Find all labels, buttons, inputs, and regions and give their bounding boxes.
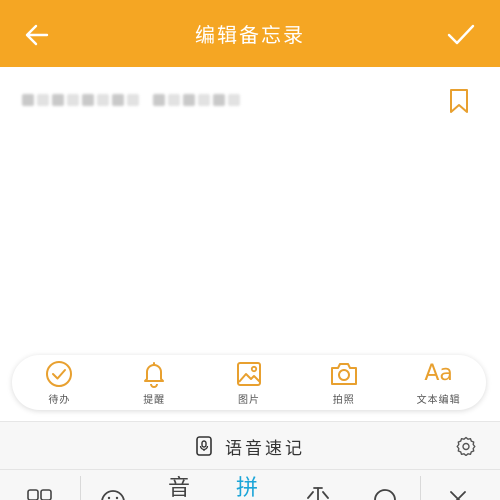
todo-label: 待办 — [48, 394, 71, 406]
text-format-button[interactable]: Aa 文本编辑 — [399, 357, 479, 409]
camera-label: 拍照 — [332, 394, 355, 406]
voice-note-button[interactable]: 语音速记 — [195, 434, 305, 459]
voice-input-label: 音 — [168, 476, 191, 500]
image-button[interactable]: 图片 — [209, 357, 289, 409]
bookmark-icon — [450, 89, 468, 113]
cursor-button[interactable] — [304, 478, 332, 500]
camera-icon — [330, 362, 357, 385]
memo-toolbar: 待办 提醒 图片 拍照 Aa 文本编辑 — [12, 355, 486, 410]
image-label: 图片 — [237, 394, 260, 406]
keyboard-toolbar: 音 拼 — [0, 469, 500, 500]
pinyin-key[interactable]: 拼 — [236, 478, 258, 500]
search-button[interactable] — [372, 478, 398, 500]
text-format-icon: Aa — [424, 360, 453, 386]
cursor-icon — [307, 487, 329, 500]
arrow-left-icon — [25, 24, 49, 46]
reminder-button[interactable]: 提醒 — [114, 357, 194, 409]
close-keyboard-button[interactable] — [446, 478, 470, 500]
text-format-label: 文本编辑 — [416, 394, 461, 406]
memo-editor[interactable] — [0, 67, 500, 355]
voice-input-key[interactable]: 音 — [168, 478, 190, 500]
pinyin-label: 拼 — [236, 476, 259, 500]
keyboard-layout-button[interactable] — [26, 478, 54, 500]
close-icon — [450, 491, 466, 500]
emoji-icon — [101, 490, 125, 500]
bookmark-button[interactable] — [446, 87, 472, 115]
header-bar: 编辑备忘录 — [0, 0, 500, 67]
voice-note-label: 语音速记 — [225, 438, 305, 459]
camera-button[interactable]: 拍照 — [304, 357, 384, 409]
layout-grid-icon — [27, 489, 52, 500]
bell-icon — [144, 361, 165, 388]
check-icon — [447, 24, 475, 45]
voice-note-bar: 语音速记 — [0, 421, 500, 470]
page-title: 编辑备忘录 — [195, 23, 305, 47]
emoji-button[interactable] — [100, 478, 126, 500]
voice-recorder-icon — [196, 436, 212, 456]
redacted-text — [22, 93, 240, 107]
keyboard-divider — [80, 476, 81, 500]
reminder-label: 提醒 — [143, 394, 166, 406]
todo-button[interactable]: 待办 — [19, 357, 99, 409]
back-button[interactable] — [20, 18, 54, 52]
check-circle-icon — [46, 360, 73, 387]
keyboard-divider — [420, 476, 421, 500]
memo-edit-screen: 编辑备忘录 待办 提醒 图片 拍照 Aa 文本编辑 语音速记 音 拼 — [0, 0, 500, 500]
gear-icon — [456, 436, 476, 457]
confirm-button[interactable] — [444, 18, 478, 52]
search-icon — [374, 489, 396, 500]
voice-settings-button[interactable] — [456, 436, 476, 457]
image-icon — [236, 361, 261, 386]
